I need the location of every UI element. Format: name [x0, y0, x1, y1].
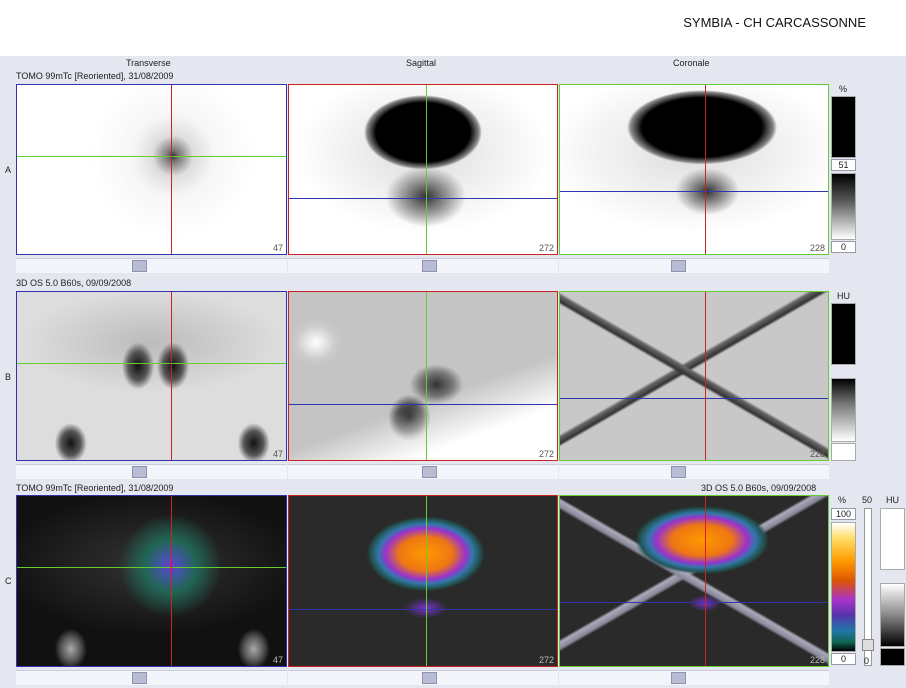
site-title: SYMBIA - CH CARCASSONNE [683, 15, 866, 30]
slice-number: 228 [809, 449, 825, 459]
header-bar: SYMBIA - CH CARCASSONNE [0, 0, 906, 56]
crosshair-horizontal [17, 156, 286, 157]
scrollbar-a-transverse[interactable] [16, 258, 287, 273]
scrollbar-thumb[interactable] [671, 466, 686, 478]
slice-number: 47 [272, 449, 283, 459]
scrollbar-b-sagittal[interactable] [288, 464, 558, 479]
colorbar-a-gradient[interactable] [831, 173, 856, 240]
colorbar-c-gradient[interactable] [831, 522, 856, 652]
slice-number: 272 [538, 243, 554, 253]
viewport-c-coronal[interactable]: 228 [559, 495, 829, 667]
scrollbar-thumb[interactable] [132, 466, 147, 478]
blend-bottom-value: 0 [864, 656, 870, 666]
blend-top-value: 50 [862, 495, 873, 505]
crosshair-horizontal [289, 198, 557, 199]
colorbar-c-hu-gradient[interactable] [880, 583, 905, 647]
column-title-transverse: Transverse [126, 58, 171, 68]
slice-number: 272 [538, 449, 554, 459]
crosshair-horizontal [560, 602, 828, 603]
blend-slider-thumb[interactable] [862, 639, 874, 651]
scrollbar-thumb[interactable] [671, 260, 686, 272]
crosshair-vertical [171, 85, 172, 254]
viewport-c-sagittal[interactable]: 272 [288, 495, 558, 667]
colorbar-c-top-value: 100 [831, 508, 856, 520]
crosshair-horizontal [560, 191, 828, 192]
viewport-b-sagittal[interactable]: 272 [288, 291, 558, 461]
viewport-b-coronal[interactable]: 228 [559, 291, 829, 461]
scrollbar-b-coronal[interactable] [559, 464, 829, 479]
slice-number: 272 [538, 655, 554, 665]
viewport-c-transverse[interactable]: 47 [16, 495, 287, 667]
viewport-b-transverse[interactable]: 47 [16, 291, 287, 461]
row-b-label: B [5, 372, 12, 382]
scrollbar-b-transverse[interactable] [16, 464, 287, 479]
crosshair-vertical [705, 85, 706, 254]
crosshair-horizontal [289, 404, 557, 405]
scrollbar-a-coronal[interactable] [559, 258, 829, 273]
crosshair-horizontal [17, 567, 286, 568]
blend-slider[interactable] [862, 508, 874, 666]
colorbar-b-upper [831, 303, 856, 365]
row-b-series-label: 3D OS 5.0 B60s, 09/09/2008 [16, 278, 132, 288]
colorbar-b-gradient[interactable] [831, 378, 856, 442]
column-title-coronal: Coronale [673, 58, 710, 68]
crosshair-horizontal [560, 398, 828, 399]
slice-number: 228 [809, 655, 825, 665]
slice-number: 47 [272, 243, 283, 253]
slice-number: 47 [272, 655, 283, 665]
scrollbar-thumb[interactable] [422, 672, 437, 684]
row-c-label: C [5, 576, 12, 586]
crosshair-vertical [426, 292, 427, 460]
colorbar-b-unit: HU [837, 291, 850, 301]
row-a-series-label: TOMO 99mTc [Reoriented], 31/08/2009 [16, 71, 174, 81]
colorbar-c-unit-hu: HU [886, 495, 899, 505]
slice-number: 228 [809, 243, 825, 253]
scrollbar-thumb[interactable] [422, 260, 437, 272]
crosshair-vertical [705, 496, 706, 666]
colorbar-c-bottom-value: 0 [831, 653, 856, 665]
crosshair-vertical [171, 292, 172, 460]
colorbar-a-mid-value: 51 [831, 159, 856, 171]
crosshair-horizontal [17, 363, 286, 364]
colorbar-a-unit: % [839, 84, 848, 94]
row-c-series-label-right: 3D OS 5.0 B60s, 09/09/2008 [701, 483, 817, 493]
column-title-sagittal: Sagittal [406, 58, 437, 68]
colorbar-c-hu-upper [880, 508, 905, 570]
scrollbar-c-sagittal[interactable] [288, 670, 558, 685]
scrollbar-c-transverse[interactable] [16, 670, 287, 685]
crosshair-vertical [705, 292, 706, 460]
row-a-label: A [5, 165, 12, 175]
scrollbar-c-coronal[interactable] [559, 670, 829, 685]
viewport-a-transverse[interactable]: 47 [16, 84, 287, 255]
scrollbar-thumb[interactable] [132, 672, 147, 684]
row-c-series-label-left: TOMO 99mTc [Reoriented], 31/08/2009 [16, 483, 174, 493]
colorbar-a-upper [831, 96, 856, 158]
viewport-a-sagittal[interactable]: 272 [288, 84, 558, 255]
colorbar-c-hu-lower [880, 648, 905, 666]
colorbar-b-lower [831, 443, 856, 461]
viewport-a-coronal[interactable]: 228 [559, 84, 829, 255]
colorbar-c-unit-percent: % [838, 495, 847, 505]
colorbar-a-low-value: 0 [831, 241, 856, 253]
crosshair-horizontal [289, 609, 557, 610]
scrollbar-thumb[interactable] [422, 466, 437, 478]
scrollbar-thumb[interactable] [132, 260, 147, 272]
scrollbar-a-sagittal[interactable] [288, 258, 558, 273]
crosshair-vertical [171, 496, 172, 666]
viewer-area: Transverse Sagittal Coronale TOMO 99mTc … [0, 56, 906, 688]
crosshair-vertical [426, 85, 427, 254]
scrollbar-thumb[interactable] [671, 672, 686, 684]
crosshair-vertical [426, 496, 427, 666]
